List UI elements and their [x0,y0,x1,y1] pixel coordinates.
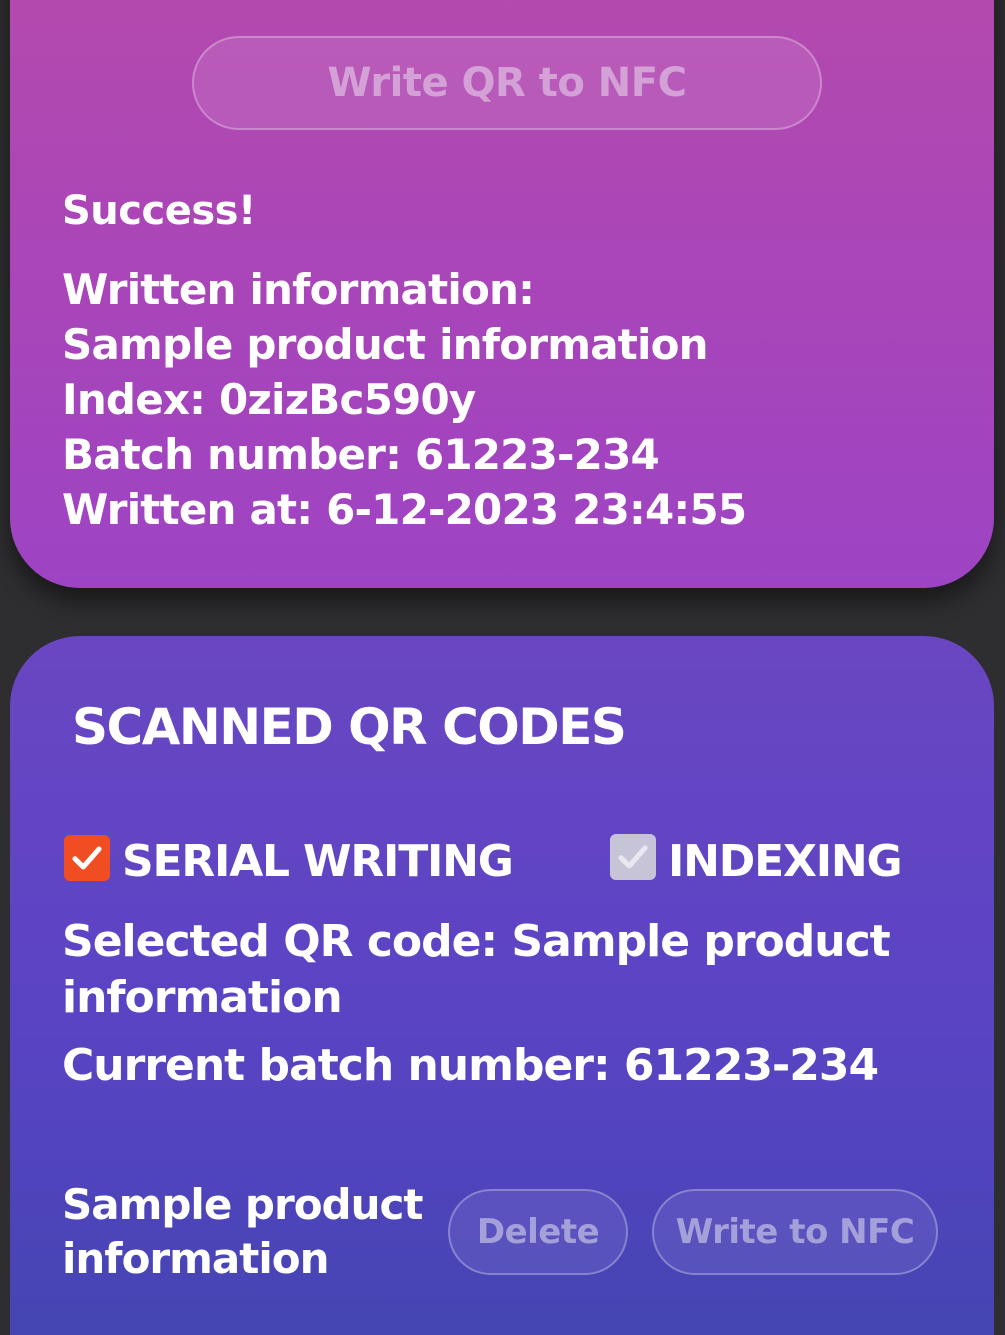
current-batch-number: Current batch number: 61223-234 [62,1040,879,1091]
write-to-nfc-button[interactable]: Write to NFC [652,1189,938,1275]
selected-qr-code: Selected QR code: Sample product informa… [62,916,891,1023]
status-message: Success! [62,188,256,234]
written-info-batch: Batch number: 61223-234 [62,430,660,479]
written-information: Written information: Sample product info… [62,262,747,537]
serial-writing-label[interactable]: SERIAL WRITING [122,836,514,887]
written-info-heading: Written information: [62,265,535,314]
delete-button[interactable]: Delete [448,1189,628,1275]
serial-writing-checkbox[interactable] [64,835,110,881]
check-icon [72,846,102,870]
write-qr-to-nfc-button[interactable]: Write QR to NFC [192,36,822,130]
section-title: SCANNED QR CODES [72,698,627,756]
indexing-label[interactable]: INDEXING [668,836,903,887]
written-info-index: Index: 0zizBc590y [62,375,476,424]
screen: Write QR to NFC Success! Written informa… [0,0,1005,1335]
indexing-checkbox[interactable] [610,834,656,880]
written-info-timestamp: Written at: 6-12-2023 23:4:55 [62,485,747,534]
written-info-product: Sample product information [62,320,709,369]
check-icon [618,845,648,869]
list-item-name: Sample product information [62,1180,424,1283]
